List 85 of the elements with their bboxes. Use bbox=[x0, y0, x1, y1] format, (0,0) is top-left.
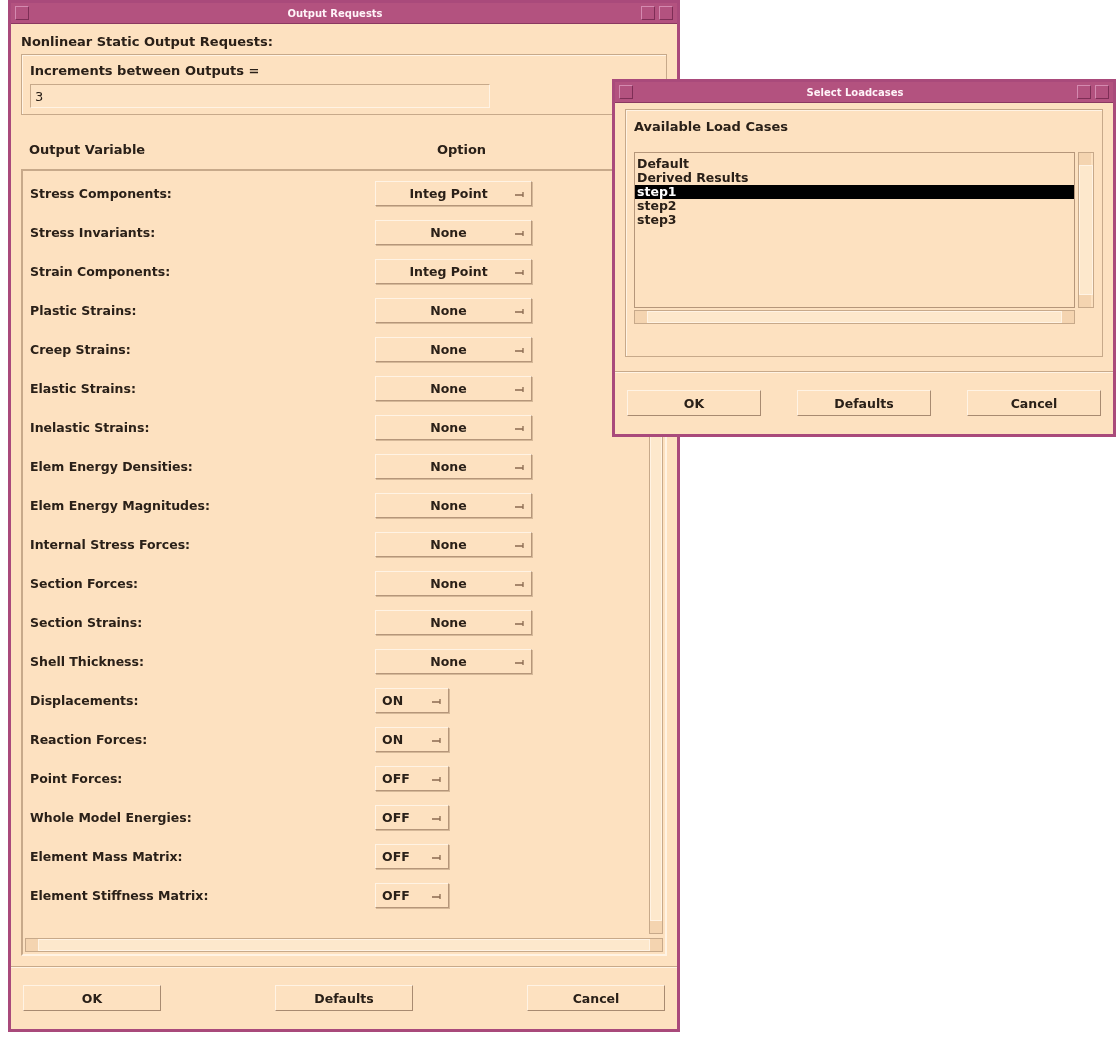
dropdown-indicator-icon bbox=[515, 384, 525, 393]
option-menu[interactable]: None bbox=[375, 298, 532, 323]
dropdown-indicator-icon bbox=[515, 540, 525, 549]
column-header: Output Variable bbox=[28, 141, 147, 157]
list-item[interactable]: Default bbox=[635, 157, 1074, 171]
dropdown-indicator-icon bbox=[515, 345, 525, 354]
increments-field[interactable]: 3 bbox=[30, 84, 490, 108]
option-menu[interactable]: None bbox=[375, 571, 532, 596]
dropdown-indicator-icon bbox=[432, 735, 442, 744]
list-item[interactable]: step1 bbox=[635, 185, 1074, 199]
dropdown-indicator-icon bbox=[515, 267, 525, 276]
window-menu-button[interactable] bbox=[15, 6, 29, 20]
variable-label: Element Mass Matrix: bbox=[29, 849, 184, 864]
variable-label: Inelastic Strains: bbox=[29, 420, 151, 435]
dropdown-indicator-icon bbox=[515, 423, 525, 432]
dialog-button[interactable]: Cancel bbox=[527, 985, 665, 1011]
variable-label: Section Strains: bbox=[29, 615, 144, 630]
dropdown-indicator-icon bbox=[515, 618, 525, 627]
option-menu[interactable]: None bbox=[375, 532, 532, 557]
dialog-button[interactable]: Defaults bbox=[797, 390, 931, 416]
dropdown-indicator-icon bbox=[515, 462, 525, 471]
section-heading: Nonlinear Static Output Requests: bbox=[21, 33, 274, 51]
dropdown-indicator-icon bbox=[515, 189, 525, 198]
dialog-button[interactable]: OK bbox=[627, 390, 761, 416]
window-menu-button[interactable] bbox=[619, 85, 633, 99]
variable-label: Creep Strains: bbox=[29, 342, 132, 357]
dropdown-indicator-icon bbox=[432, 696, 442, 705]
dropdown-indicator-icon bbox=[432, 852, 442, 861]
variable-label: Whole Model Energies: bbox=[29, 810, 193, 825]
option-menu[interactable]: OFF bbox=[375, 805, 449, 830]
vertical-scrollbar[interactable] bbox=[1078, 152, 1094, 308]
dropdown-indicator-icon bbox=[515, 579, 525, 588]
variable-label: Shell Thickness: bbox=[29, 654, 145, 669]
list-item[interactable]: step2 bbox=[635, 199, 1074, 213]
option-menu[interactable]: None bbox=[375, 415, 532, 440]
option-menu[interactable]: Integ Point bbox=[375, 259, 532, 284]
variable-label: Stress Invariants: bbox=[29, 225, 157, 240]
field-label: Increments between Outputs = bbox=[30, 63, 261, 78]
variable-label: Stress Components: bbox=[29, 186, 173, 201]
dropdown-indicator-icon bbox=[432, 813, 442, 822]
horizontal-scrollbar[interactable] bbox=[25, 938, 663, 952]
column-header: Option bbox=[435, 141, 488, 157]
option-menu[interactable]: None bbox=[375, 610, 532, 635]
maximize-button[interactable] bbox=[659, 6, 673, 20]
dropdown-indicator-icon bbox=[515, 657, 525, 666]
option-menu[interactable]: ON bbox=[375, 727, 449, 752]
dialog-button[interactable]: OK bbox=[23, 985, 161, 1011]
option-menu[interactable]: None bbox=[375, 454, 532, 479]
horizontal-scrollbar[interactable] bbox=[634, 310, 1075, 324]
option-menu[interactable]: None bbox=[375, 337, 532, 362]
dialog-button[interactable]: Defaults bbox=[275, 985, 413, 1011]
variable-label: Section Forces: bbox=[29, 576, 140, 591]
dropdown-indicator-icon bbox=[515, 501, 525, 510]
variable-label: Elem Energy Densities: bbox=[29, 459, 194, 474]
dropdown-indicator-icon bbox=[515, 306, 525, 315]
list-item[interactable]: Derived Results bbox=[635, 171, 1074, 185]
dialog-button[interactable]: Cancel bbox=[967, 390, 1101, 416]
window-title: Select Loadcases bbox=[805, 86, 905, 98]
option-menu[interactable]: None bbox=[375, 376, 532, 401]
list-label: Available Load Cases bbox=[634, 118, 790, 136]
option-menu[interactable]: None bbox=[375, 493, 532, 518]
variable-label: Element Stiffness Matrix: bbox=[29, 888, 210, 903]
option-menu[interactable]: OFF bbox=[375, 883, 449, 908]
option-menu[interactable]: OFF bbox=[375, 844, 449, 869]
option-menu[interactable]: ON bbox=[375, 688, 449, 713]
variable-label: Strain Components: bbox=[29, 264, 172, 279]
dropdown-indicator-icon bbox=[515, 228, 525, 237]
option-menu[interactable]: None bbox=[375, 220, 532, 245]
minimize-button[interactable] bbox=[641, 6, 655, 20]
minimize-button[interactable] bbox=[1077, 85, 1091, 99]
window-title: Output Requests bbox=[286, 7, 384, 19]
variable-label: Plastic Strains: bbox=[29, 303, 138, 318]
list-item[interactable]: step3 bbox=[635, 213, 1074, 227]
variable-label: Reaction Forces: bbox=[29, 732, 149, 747]
variable-label: Displacements: bbox=[29, 693, 140, 708]
option-menu[interactable]: OFF bbox=[375, 766, 449, 791]
variable-label: Point Forces: bbox=[29, 771, 124, 786]
dropdown-indicator-icon bbox=[432, 774, 442, 783]
dropdown-indicator-icon bbox=[432, 891, 442, 900]
option-menu[interactable]: Integ Point bbox=[375, 181, 532, 206]
variable-label: Elastic Strains: bbox=[29, 381, 137, 396]
option-menu[interactable]: None bbox=[375, 649, 532, 674]
variable-label: Elem Energy Magnitudes: bbox=[29, 498, 211, 513]
maximize-button[interactable] bbox=[1095, 85, 1109, 99]
variable-label: Internal Stress Forces: bbox=[29, 537, 192, 552]
